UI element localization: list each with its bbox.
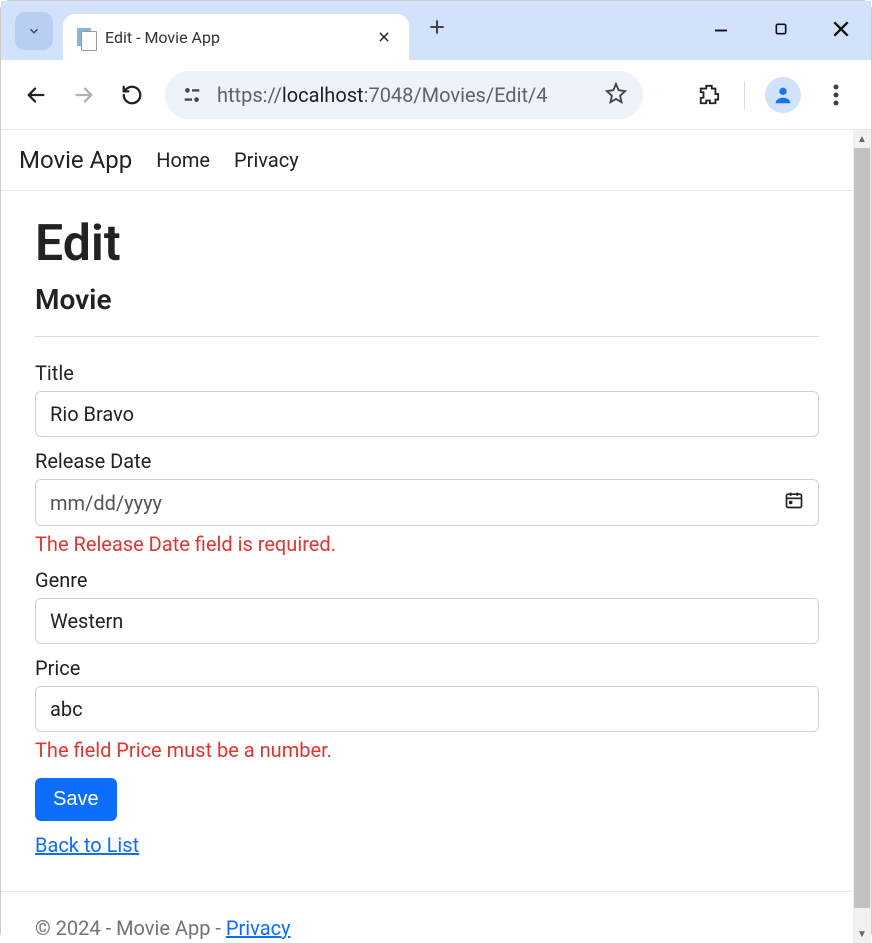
browser-tab[interactable]: Edit - Movie App (63, 14, 409, 60)
brand-link[interactable]: Movie App (19, 146, 132, 174)
title-label: Title (35, 361, 819, 385)
reload-button[interactable] (117, 80, 147, 110)
browser-tab-strip: Edit - Movie App (1, 1, 871, 60)
release-date-placeholder: mm/dd/yyyy (50, 491, 162, 515)
title-input[interactable] (35, 391, 819, 437)
footer-privacy-link[interactable]: Privacy (226, 916, 291, 940)
price-input[interactable] (35, 686, 819, 732)
divider (35, 336, 819, 337)
price-label: Price (35, 656, 819, 680)
forward-button[interactable] (69, 80, 99, 110)
toolbar-divider (744, 81, 745, 109)
release-date-error: The Release Date field is required. (35, 532, 819, 556)
scroll-down-arrow[interactable]: ▼ (853, 925, 871, 943)
app-navbar: Movie App Home Privacy (1, 130, 853, 191)
profile-button[interactable] (765, 77, 801, 113)
bookmark-star-icon[interactable] (605, 82, 627, 108)
tab-favicon-icon (77, 26, 95, 48)
browser-toolbar: https://localhost:7048/Movies/Edit/4 (1, 60, 871, 130)
tab-close-button[interactable] (371, 25, 397, 49)
genre-input[interactable] (35, 598, 819, 644)
page-title: Edit (35, 215, 819, 273)
save-button[interactable]: Save (35, 778, 117, 821)
back-button[interactable] (21, 80, 51, 110)
page-content: Movie App Home Privacy Edit Movie Title … (1, 130, 853, 943)
footer-text: © 2024 - Movie App - (35, 916, 226, 940)
nav-privacy[interactable]: Privacy (234, 148, 299, 172)
tab-search-button[interactable] (15, 12, 53, 50)
scrollbar-thumb[interactable] (854, 148, 870, 908)
price-error: The field Price must be a number. (35, 738, 819, 762)
nav-home[interactable]: Home (156, 148, 210, 172)
calendar-icon[interactable] (784, 490, 804, 515)
maximize-button[interactable] (769, 17, 793, 41)
app-footer: © 2024 - Movie App - Privacy (1, 891, 853, 943)
extensions-icon[interactable] (694, 80, 724, 110)
url-text: https://localhost:7048/Movies/Edit/4 (217, 83, 591, 107)
tab-title: Edit - Movie App (105, 28, 371, 47)
address-bar[interactable]: https://localhost:7048/Movies/Edit/4 (165, 71, 643, 119)
release-date-label: Release Date (35, 449, 819, 473)
back-to-list-link[interactable]: Back to List (35, 833, 139, 857)
kebab-menu-icon[interactable] (821, 80, 851, 110)
genre-label: Genre (35, 568, 819, 592)
page-subtitle: Movie (35, 283, 819, 316)
site-settings-icon[interactable] (181, 84, 203, 106)
new-tab-button[interactable] (427, 14, 447, 44)
minimize-button[interactable] (709, 17, 733, 41)
release-date-input[interactable]: mm/dd/yyyy (35, 479, 819, 526)
scroll-up-arrow[interactable]: ▲ (853, 130, 871, 148)
close-window-button[interactable] (829, 17, 853, 41)
